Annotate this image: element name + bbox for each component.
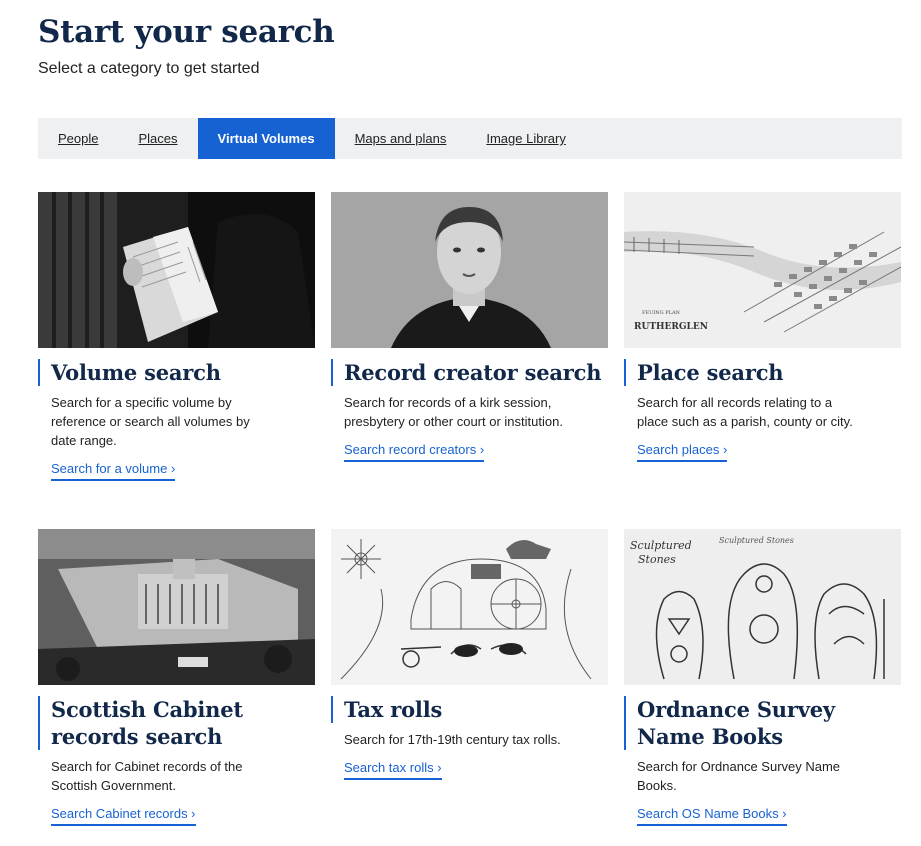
tab-image-library[interactable]: Image Library (466, 118, 585, 159)
card-title: Volume search (51, 360, 221, 385)
card-description: Search for a specific volume by referenc… (51, 395, 250, 448)
place-search-image: FEUING PLAN RUTHERGLEN (624, 192, 901, 348)
svg-text:Stones: Stones (638, 553, 676, 566)
search-os-name-books-link[interactable]: Search OS Name Books › (637, 806, 787, 826)
search-volume-link[interactable]: Search for a volume › (51, 461, 176, 481)
card-ordnance-survey-name-books: Sculptured Stones Sculptured Stones Ordn… (624, 529, 901, 826)
page-subtitle: Select a category to get started (38, 60, 260, 77)
card-title: Place search (637, 360, 784, 385)
card-description: Search for records of a kirk session, pr… (344, 395, 563, 429)
scottish-cabinet-image (38, 529, 315, 685)
search-places-link[interactable]: Search places › (637, 442, 728, 462)
card-description: Search for all records relating to a pla… (637, 395, 853, 429)
tax-rolls-image (331, 529, 608, 685)
svg-text:Sculptured Stones: Sculptured Stones (719, 536, 794, 545)
card-description: Search for Cabinet records of the Scotti… (51, 759, 243, 793)
volume-search-image (38, 192, 315, 348)
card-title: Tax rolls (344, 697, 443, 722)
svg-text:RUTHERGLEN: RUTHERGLEN (634, 322, 708, 332)
card-scottish-cabinet-body: Scottish Cabinet records search Search f… (38, 696, 315, 826)
card-tax-rolls-body: Tax rolls Search for 17th-19th century t… (331, 696, 608, 780)
card-description: Search for 17th-19th century tax rolls. (344, 732, 561, 747)
search-record-creators-link[interactable]: Search record creators › (344, 442, 485, 462)
card-scottish-cabinet-search: Scottish Cabinet records search Search f… (38, 529, 315, 826)
card-volume-search-body: Volume search Search for a specific volu… (38, 359, 315, 481)
card-title: Ordnance Survey Name Books (637, 697, 835, 749)
category-tabs: People Places Virtual Volumes Maps and p… (38, 118, 902, 159)
tab-virtual-volumes[interactable]: Virtual Volumes (197, 118, 335, 159)
tab-people[interactable]: People (38, 118, 118, 159)
card-record-creator-search: Record creator search Search for records… (331, 192, 608, 462)
card-volume-search: Volume search Search for a specific volu… (38, 192, 315, 481)
card-ordnance-survey-body: Ordnance Survey Name Books Search for Or… (624, 696, 901, 826)
record-creator-image (331, 192, 608, 348)
tab-maps-and-plans[interactable]: Maps and plans (335, 118, 467, 159)
search-cabinet-records-link[interactable]: Search Cabinet records › (51, 806, 196, 826)
card-description: Search for Ordnance Survey Name Books. (637, 759, 841, 793)
svg-text:FEUING PLAN: FEUING PLAN (642, 310, 681, 316)
card-title: Record creator search (344, 360, 602, 385)
search-tax-rolls-link[interactable]: Search tax rolls › (344, 760, 442, 780)
svg-text:Sculptured: Sculptured (630, 539, 692, 552)
card-place-search: FEUING PLAN RUTHERGLEN Place search Sear… (624, 192, 901, 462)
tab-places[interactable]: Places (118, 118, 197, 159)
card-title: Scottish Cabinet records search (51, 697, 243, 749)
card-place-search-body: Place search Search for all records rela… (624, 359, 901, 462)
card-record-creator-body: Record creator search Search for records… (331, 359, 608, 462)
ordnance-survey-image: Sculptured Stones Sculptured Stones (624, 529, 901, 685)
card-tax-rolls: Tax rolls Search for 17th-19th century t… (331, 529, 608, 780)
page-title: Start your search (38, 14, 335, 50)
